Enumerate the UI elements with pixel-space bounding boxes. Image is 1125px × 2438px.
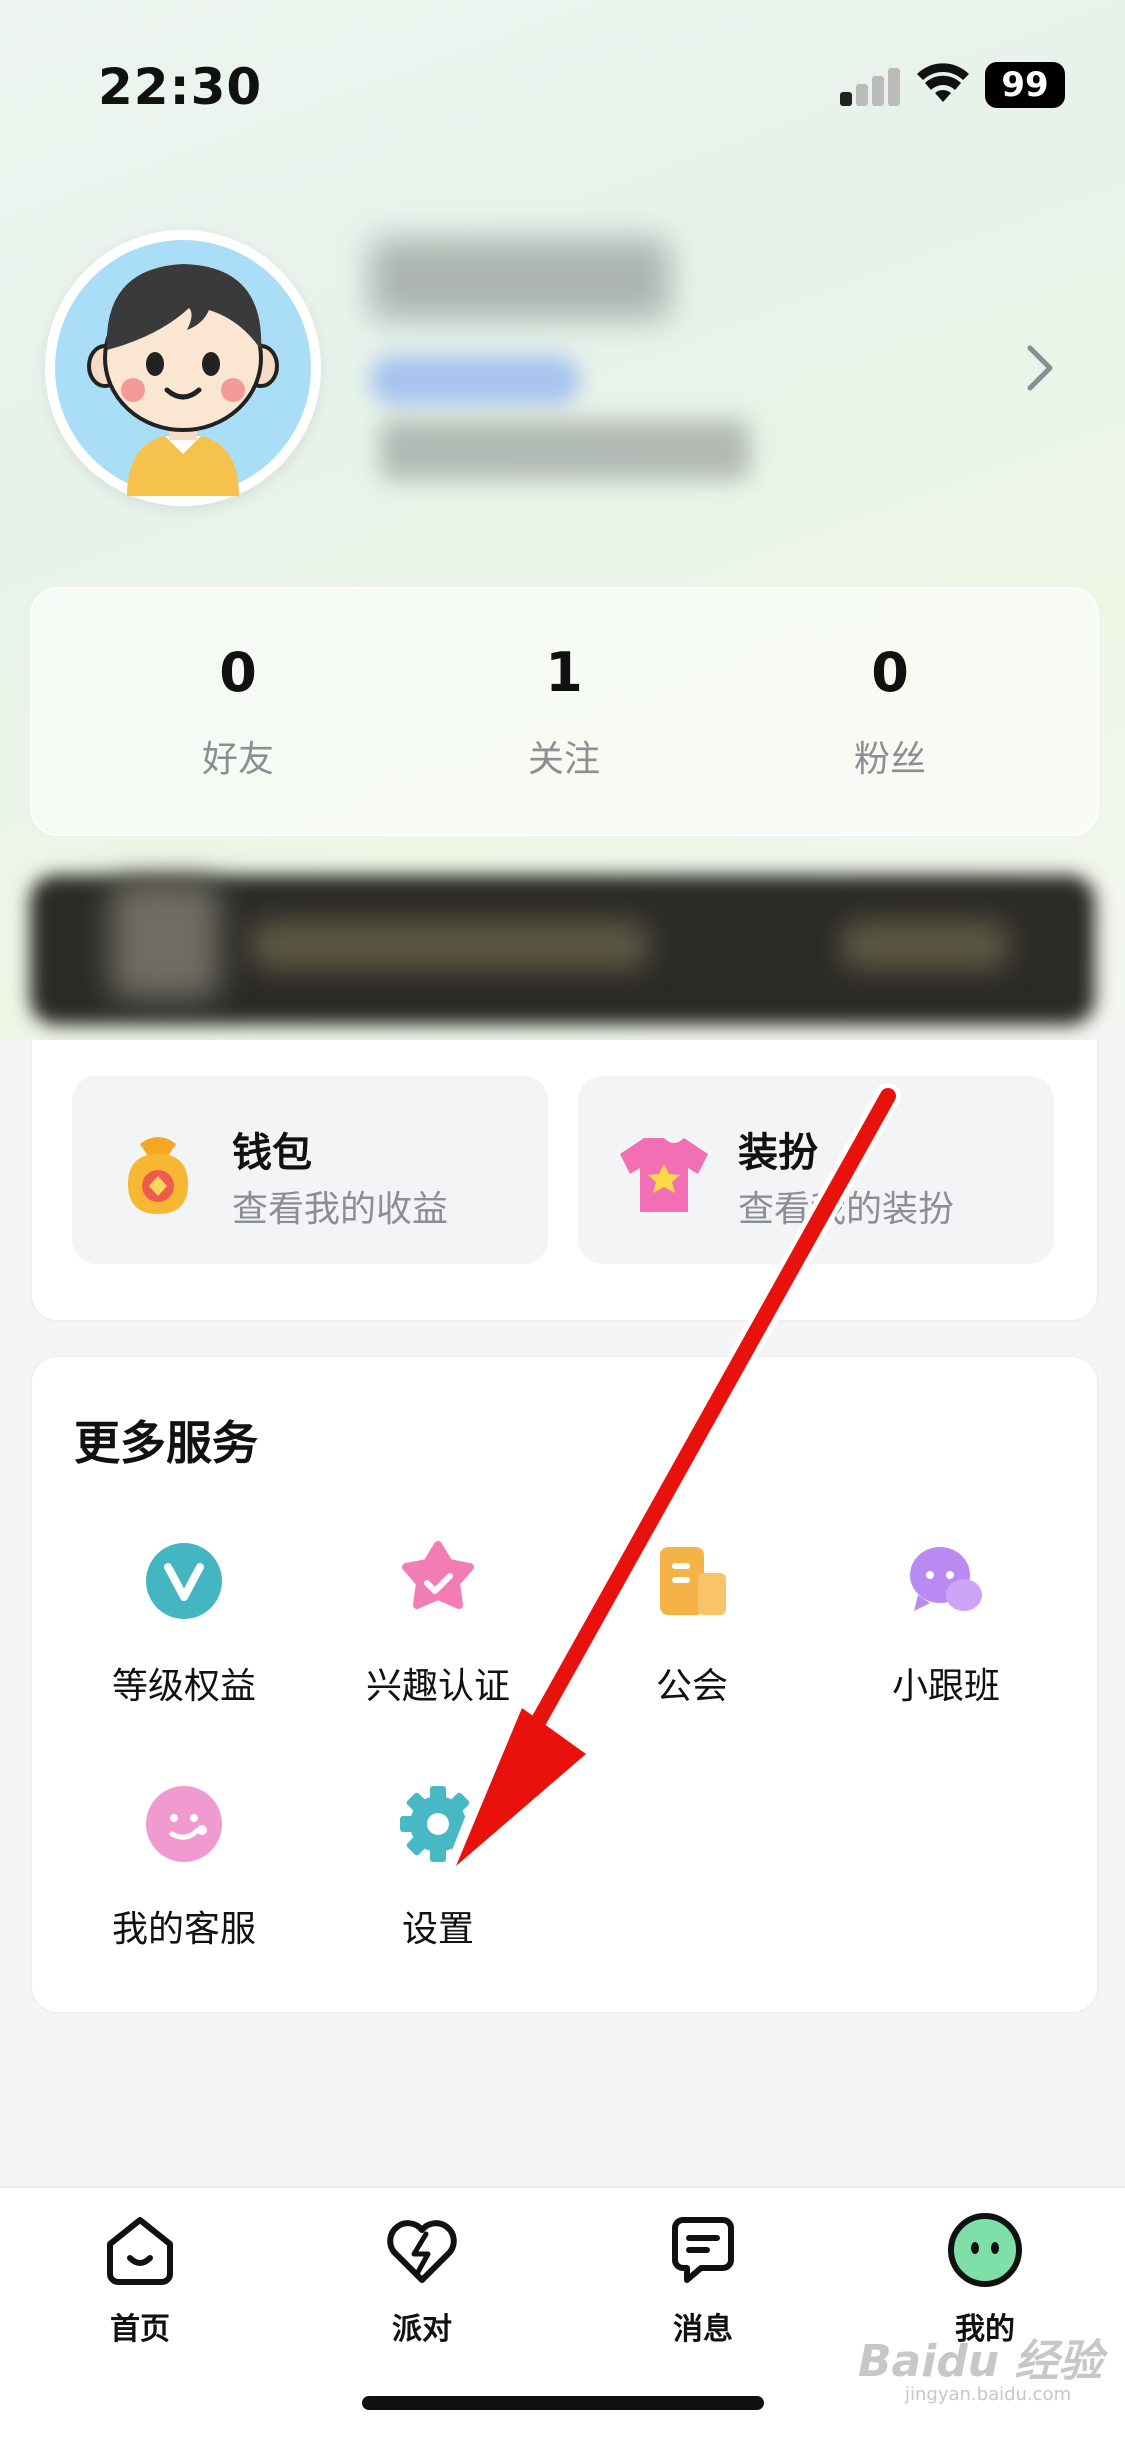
tab-label: 派对 [392, 2312, 452, 2347]
dressup-tile[interactable]: 装扮 查看我的装扮 [578, 1076, 1054, 1264]
status-time: 22:30 [98, 58, 263, 116]
home-indicator[interactable] [362, 2396, 764, 2410]
me-icon [948, 2213, 1022, 2287]
stat-fans[interactable]: 0 粉丝 [770, 641, 1010, 782]
stat-value: 1 [545, 641, 583, 704]
message-icon [672, 2217, 734, 2283]
tab-messages[interactable]: 消息 [623, 2210, 783, 2348]
boy-avatar-illustration [55, 240, 311, 496]
service-label: 我的客服 [111, 1909, 256, 1950]
baidu-watermark: Baidu 经验 [858, 2336, 1103, 2387]
battery-indicator: 99 [985, 62, 1065, 108]
stat-value: 0 [871, 641, 909, 704]
quick-tiles-card: 钱包 查看我的收益 装扮 查看我的装扮 [30, 1040, 1099, 1322]
username-blurred [370, 238, 670, 320]
wallet-tile[interactable]: 钱包 查看我的收益 [72, 1076, 548, 1264]
service-settings[interactable]: 设置 [328, 1782, 548, 1952]
user-id-blurred [380, 420, 750, 480]
banner-text-blurred [250, 920, 650, 970]
chat-bubbles-icon [910, 1547, 982, 1611]
more-services-card: 更多服务 等级权益 兴趣认证 公会 小跟班 我的客服 设置 [30, 1355, 1099, 2014]
stat-label: 粉丝 [853, 739, 926, 780]
user-tag-blurred [370, 355, 580, 405]
cellular-signal-icon [840, 66, 900, 106]
tab-label: 消息 [673, 2312, 733, 2347]
service-companion[interactable]: 小跟班 [836, 1539, 1056, 1709]
baidu-watermark-url: jingyan.baidu.com [905, 2384, 1072, 2405]
wallet-subtitle: 查看我的收益 [232, 1189, 449, 1230]
stat-label: 关注 [527, 739, 600, 780]
stat-value: 0 [219, 641, 257, 704]
guild-icon [660, 1547, 726, 1615]
tab-home[interactable]: 首页 [60, 2210, 220, 2348]
service-label: 兴趣认证 [365, 1666, 510, 1707]
customer-service-icon [146, 1786, 222, 1862]
chevron-right-icon[interactable] [1020, 340, 1060, 396]
service-label: 设置 [401, 1909, 474, 1950]
dressup-title: 装扮 [738, 1130, 818, 1176]
stats-card: 0 好友 1 关注 0 粉丝 [30, 587, 1099, 836]
service-label: 等级权益 [111, 1666, 256, 1707]
banner-image-blurred [110, 880, 220, 1000]
interest-cert-icon [402, 1541, 474, 1609]
service-label: 公会 [655, 1666, 728, 1707]
more-services-title: 更多服务 [74, 1416, 258, 1470]
vip-level-icon [146, 1543, 222, 1619]
wallet-title: 钱包 [232, 1130, 312, 1176]
wifi-icon [917, 63, 969, 102]
avatar[interactable] [45, 230, 321, 506]
stat-label: 好友 [201, 739, 274, 780]
tab-label: 首页 [110, 2312, 170, 2347]
dressup-subtitle: 查看我的装扮 [738, 1189, 955, 1230]
stat-following[interactable]: 1 关注 [444, 641, 684, 782]
service-interest-cert[interactable]: 兴趣认证 [328, 1539, 548, 1709]
service-customer-support[interactable]: 我的客服 [74, 1782, 294, 1952]
service-guild[interactable]: 公会 [582, 1539, 802, 1709]
home-icon [107, 2217, 173, 2285]
party-heart-icon [387, 2220, 457, 2283]
tab-party[interactable]: 派对 [342, 2210, 502, 2348]
service-vip-level[interactable]: 等级权益 [74, 1539, 294, 1709]
money-bag-icon [128, 1137, 188, 1214]
gear-icon [400, 1786, 476, 1862]
tshirt-icon [620, 1138, 708, 1212]
stat-friends[interactable]: 0 好友 [118, 641, 358, 782]
banner-button-blurred [840, 920, 1010, 970]
service-label: 小跟班 [891, 1666, 1000, 1707]
